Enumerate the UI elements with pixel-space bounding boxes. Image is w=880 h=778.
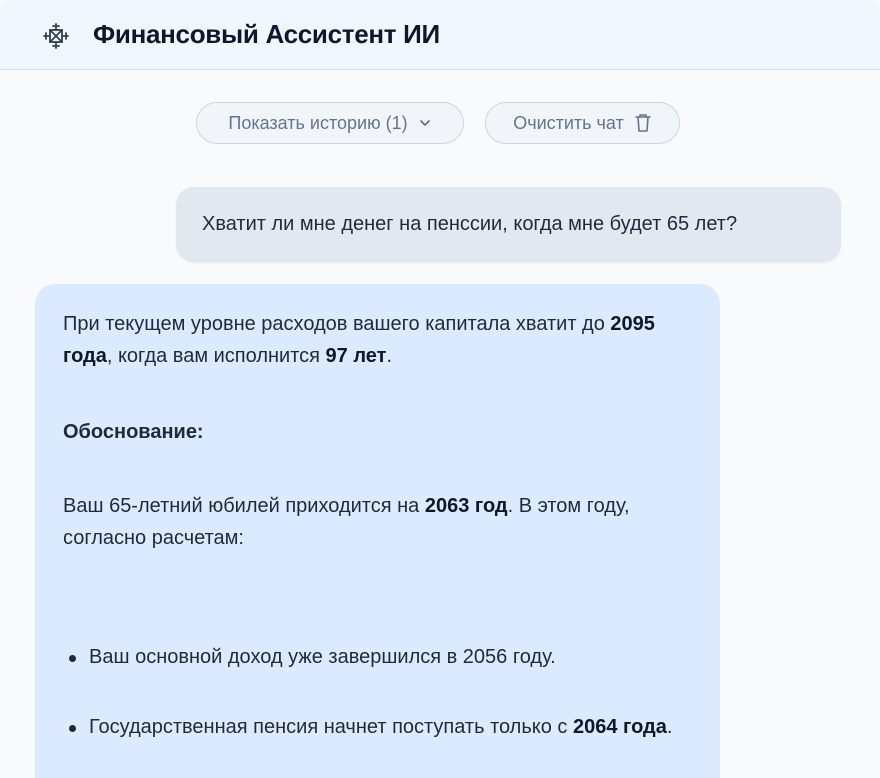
reasoning-text: Ваш 65-летний юбилей приходится на — [63, 495, 425, 517]
reasoning-paragraph: Ваш 65-летний юбилей приходится на 2063 … — [63, 490, 703, 554]
list-item: Государственная пенсия начнет поступать … — [69, 711, 689, 743]
app-title: Финансовый Ассистент ИИ — [93, 19, 440, 49]
list-item-text: Ваш основной доход уже завершился в 2056… — [89, 646, 556, 668]
pension-year: 2064 года — [572, 716, 667, 738]
chat-window: Финансовый Ассистент ИИ Показать историю… — [0, 0, 880, 778]
list-item-text: Государственная пенсия начнет поступать … — [89, 716, 573, 738]
chevron-down-icon — [418, 116, 432, 130]
jubilee-year: 2063 год — [424, 495, 508, 517]
chat-toolbar: Показать историю (1) Очистить чат — [0, 102, 880, 144]
answer-age: 97 лет — [325, 345, 387, 367]
reasoning-heading: Обоснование: — [63, 421, 204, 443]
list-item: Ваш основной доход уже завершился в 2056… — [69, 641, 689, 673]
answer-paragraph: При текущем уровне расходов вашего капит… — [63, 308, 703, 372]
answer-text: . — [386, 345, 392, 367]
show-history-label: Показать историю (1) — [228, 112, 408, 133]
assistant-message: При текущем уровне расходов вашего капит… — [35, 284, 720, 778]
clear-chat-button[interactable]: Очистить чат — [485, 102, 680, 144]
trash-icon — [634, 113, 652, 133]
list-item-text: . — [666, 716, 673, 738]
answer-text: При текущем уровне расходов вашего капит… — [63, 313, 611, 335]
app-header: Финансовый Ассистент ИИ — [0, 0, 880, 70]
user-message-text: Хватит ли мне денег на пенссии, когда мн… — [202, 213, 738, 235]
clear-chat-label: Очистить чат — [513, 112, 624, 133]
network-icon — [42, 22, 70, 50]
show-history-button[interactable]: Показать историю (1) — [196, 102, 464, 144]
user-message: Хватит ли мне денег на пенссии, когда мн… — [176, 187, 841, 262]
answer-text: , когда вам исполнится — [106, 345, 326, 367]
